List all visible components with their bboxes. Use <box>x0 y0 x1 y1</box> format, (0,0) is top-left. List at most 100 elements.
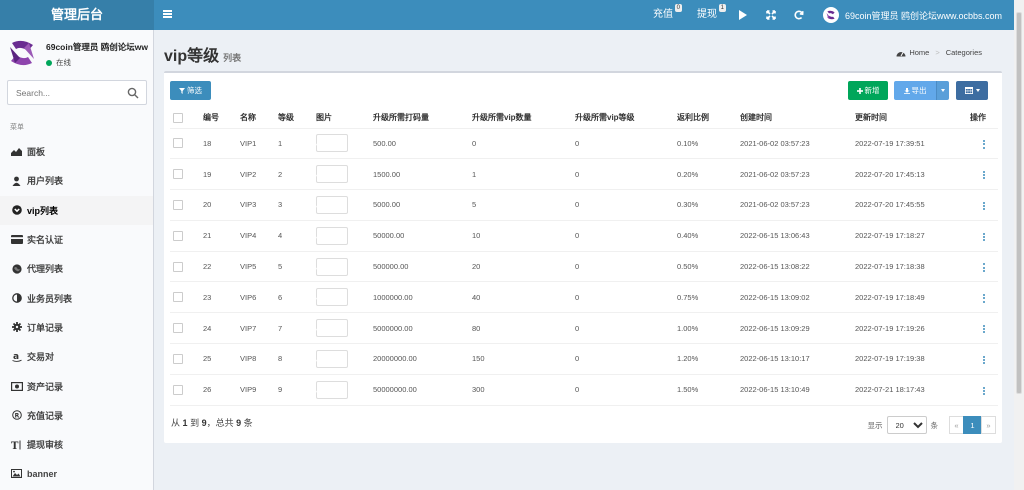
row-checkbox[interactable] <box>173 230 183 241</box>
play-button[interactable] <box>729 0 757 30</box>
user-avatar <box>822 7 839 23</box>
sidebar-item-orders[interactable]: 订单记录 <box>0 313 153 342</box>
vip-image-thumbnail[interactable] <box>316 319 348 338</box>
cell-created: 2022-06-15 13:08:22 <box>740 251 855 283</box>
col-bet-required[interactable]: 升级所需打码量 <box>373 108 472 129</box>
cell-vip-level: 0 <box>575 220 677 252</box>
col-id[interactable]: 编号 <box>203 108 240 129</box>
cell-level: 6 <box>278 281 316 314</box>
row-checkbox[interactable] <box>173 261 183 272</box>
row-actions-menu-icon[interactable] <box>974 261 994 275</box>
cell-rebate: 1.00% <box>677 312 740 345</box>
row-checkbox[interactable] <box>173 169 183 180</box>
sidebar-item-agents[interactable]: 代理列表 <box>0 254 153 283</box>
vip-image-thumbnail[interactable] <box>316 380 348 399</box>
cell-level: 9 <box>278 374 316 406</box>
page-button-1[interactable]: 1 <box>963 416 982 434</box>
filter-button[interactable]: 筛选 <box>170 81 211 100</box>
row-actions-menu-icon[interactable] <box>974 230 994 244</box>
caret-down-icon <box>941 89 945 92</box>
sidebar-item-vip[interactable]: vip列表 <box>0 195 153 225</box>
col-updated[interactable]: 更新时间 <box>855 108 970 129</box>
sidebar-item-assets[interactable]: 资产记录 <box>0 371 153 400</box>
export-button[interactable]: 导出 <box>894 81 936 100</box>
cell-updated: 2022-07-19 17:18:27 <box>855 220 970 252</box>
col-rebate[interactable]: 返利比例 <box>677 108 740 129</box>
sidebar-item-users[interactable]: 用户列表 <box>0 166 153 195</box>
user-icon <box>10 175 23 187</box>
cell-vip-count: 80 <box>472 312 575 345</box>
col-name[interactable]: 名称 <box>240 108 278 129</box>
refresh-button[interactable] <box>785 0 813 30</box>
row-actions-menu-icon[interactable] <box>974 137 994 151</box>
sidebar-item-salesmen[interactable]: 业务员列表 <box>0 283 153 312</box>
withdraw-button[interactable]: 提现 1 <box>685 0 729 30</box>
row-actions-menu-icon[interactable] <box>974 322 994 336</box>
vip-image-thumbnail[interactable] <box>316 349 348 368</box>
cell-updated: 2022-07-19 17:18:49 <box>855 281 970 314</box>
main-content: vip等级 列表 Home > Categories 筛选 新增 导出 编号 名… <box>154 30 1014 490</box>
sidebar-item-withdraw-review[interactable]: T 提现审核 <box>0 430 153 459</box>
select-all-checkbox[interactable] <box>173 112 183 123</box>
brand-logo[interactable]: 管理后台 <box>0 0 154 30</box>
cell-vip-count: 1 <box>472 158 575 191</box>
export-label: 导出 <box>911 86 927 95</box>
row-checkbox[interactable] <box>173 384 183 395</box>
row-actions-menu-icon[interactable] <box>974 384 994 398</box>
search-input[interactable] <box>8 81 120 104</box>
col-created[interactable]: 创建时间 <box>740 108 855 129</box>
cell-id: 19 <box>203 158 240 191</box>
breadcrumb-home[interactable]: Home <box>909 48 929 57</box>
col-level[interactable]: 等级 <box>278 108 316 129</box>
sidebar-item-label: 用户列表 <box>27 176 64 187</box>
row-actions-menu-icon[interactable] <box>974 199 994 213</box>
fullscreen-button[interactable] <box>757 0 785 30</box>
sidebar-item-dashboard[interactable]: 面板 <box>0 137 153 166</box>
row-actions-menu-icon[interactable] <box>974 353 994 367</box>
col-vip-count[interactable]: 升级所需vip数量 <box>472 108 575 129</box>
col-image[interactable]: 图片 <box>316 108 373 129</box>
row-checkbox[interactable] <box>173 323 183 334</box>
user-menu[interactable]: 69coin管理员 鸥创论坛www.ocbbs.com <box>813 7 1014 23</box>
cell-created: 2022-06-15 13:10:17 <box>740 343 855 375</box>
page-subtitle: 列表 <box>223 53 242 63</box>
vip-image-thumbnail[interactable] <box>316 288 348 307</box>
next-page-button[interactable]: » <box>981 416 996 434</box>
sidebar-item-verification[interactable]: 实名认证 <box>0 225 153 254</box>
vip-image-thumbnail[interactable] <box>316 257 348 276</box>
vip-image-thumbnail[interactable] <box>316 134 348 153</box>
row-checkbox[interactable] <box>173 200 183 210</box>
row-checkbox[interactable] <box>173 138 183 149</box>
cell-level: 5 <box>278 251 316 283</box>
row-checkbox[interactable] <box>173 353 183 364</box>
caret-down-icon <box>975 89 980 92</box>
cell-level: 4 <box>278 220 316 252</box>
vip-image-thumbnail[interactable] <box>316 195 348 214</box>
row-actions-menu-icon[interactable] <box>974 168 994 182</box>
registered-icon: R <box>10 409 23 421</box>
export-dropdown-toggle[interactable] <box>936 81 949 100</box>
sidebar-item-pairs[interactable]: a 交易对 <box>0 342 153 371</box>
sidebar-item-banner[interactable]: banner <box>0 459 153 488</box>
online-status: 在线 <box>46 57 71 68</box>
per-page-select[interactable]: 20 <box>886 416 927 434</box>
sidebar-toggle-button[interactable] <box>160 6 176 24</box>
vip-image-thumbnail[interactable] <box>316 226 348 245</box>
cell-vip-count: 150 <box>472 343 575 375</box>
table-row: 20 VIP3 3 5000.00 5 0 0.30% 2021-06-02 0… <box>170 189 998 221</box>
search-icon[interactable] <box>127 87 139 99</box>
scrollbar-thumb[interactable] <box>1016 12 1022 394</box>
vip-image-thumbnail[interactable] <box>316 165 348 184</box>
prev-page-button[interactable]: « <box>949 416 964 434</box>
row-actions-menu-icon[interactable] <box>974 291 994 305</box>
page-scrollbar[interactable] <box>1014 0 1024 490</box>
sidebar-item-recharge[interactable]: R 充值记录 <box>0 401 153 430</box>
col-vip-level[interactable]: 升级所需vip等级 <box>575 108 677 129</box>
add-button[interactable]: 新增 <box>848 81 888 100</box>
cell-name: VIP6 <box>240 281 278 314</box>
row-checkbox[interactable] <box>173 292 183 303</box>
recharge-button[interactable]: 充值 0 <box>641 0 685 30</box>
cell-rebate: 0.30% <box>677 189 740 221</box>
cell-bet: 20000000.00 <box>373 343 472 375</box>
columns-toggle-button[interactable] <box>956 81 988 100</box>
